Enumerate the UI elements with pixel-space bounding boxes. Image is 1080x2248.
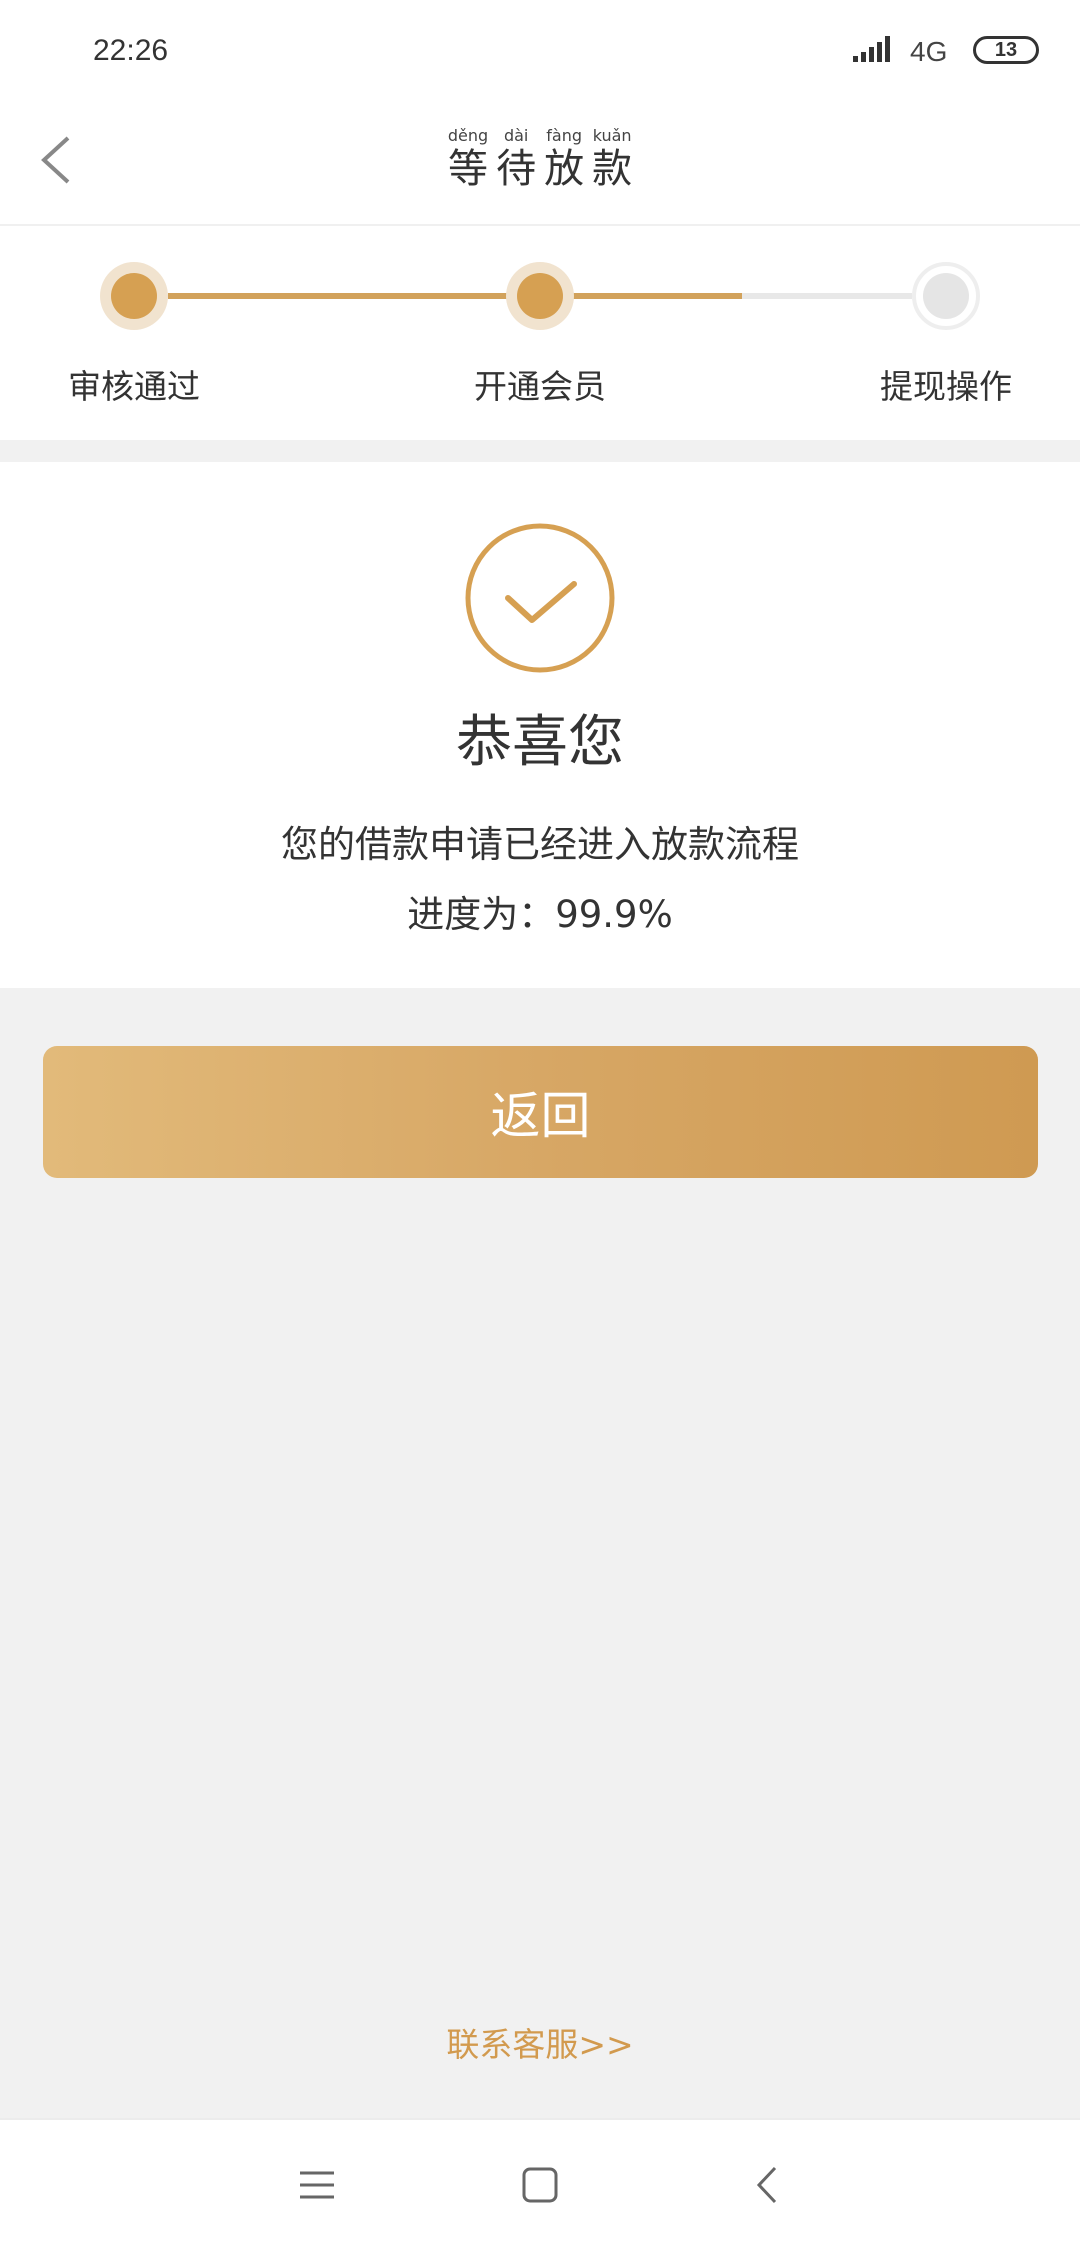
title-char: děng 等 xyxy=(447,126,489,192)
result-title: 恭喜您 xyxy=(456,710,624,775)
back-icon xyxy=(756,2166,777,2204)
result-card: 恭喜您 您的借款申请已经进入放款流程 进度为：99.9% xyxy=(0,462,1080,988)
nav-bar: děng 等 dài 待 fàng 放 kuǎn 款 xyxy=(0,100,1080,226)
result-message: 您的借款申请已经进入放款流程 xyxy=(281,823,799,866)
contact-support-link[interactable]: 联系客服>> xyxy=(0,2018,1080,2066)
home-button[interactable] xyxy=(515,2160,565,2210)
title-char: fàng 放 xyxy=(544,126,585,192)
step-progress: 审核通过 开通会员 提现操作 xyxy=(0,226,1080,440)
system-nav-bar xyxy=(0,2118,1080,2248)
title-char: kuǎn 款 xyxy=(592,126,633,192)
home-icon xyxy=(522,2167,558,2203)
system-back-button[interactable] xyxy=(743,2160,793,2210)
status-time: 22:26 xyxy=(93,34,169,67)
signal-icon xyxy=(853,36,890,62)
network-label: 4G xyxy=(910,36,948,67)
status-bar: 22:26 4G 13 xyxy=(0,0,1080,100)
battery-icon: 13 xyxy=(973,36,1039,64)
battery-level: 13 xyxy=(994,38,1018,61)
title-char: dài 待 xyxy=(496,126,537,192)
menu-button[interactable] xyxy=(292,2160,342,2210)
step-dot-2 xyxy=(506,262,574,330)
result-progress: 进度为：99.9% xyxy=(407,893,673,936)
step-line-done xyxy=(168,293,540,299)
step-label-withdraw: 提现操作 xyxy=(880,367,1012,406)
step-dot-1 xyxy=(100,262,168,330)
menu-icon xyxy=(300,2171,334,2199)
check-circle-icon xyxy=(465,523,615,673)
app-screen: 22:26 4G 13 děng 等 dài 待 fàng 放 kuǎn 款 审… xyxy=(0,0,1080,2248)
step-label-review: 审核通过 xyxy=(68,367,200,406)
page-title: děng 等 dài 待 fàng 放 kuǎn 款 xyxy=(0,126,1080,192)
return-button[interactable]: 返回 xyxy=(43,1046,1038,1178)
step-label-membership: 开通会员 xyxy=(474,367,606,406)
step-dot-3 xyxy=(912,262,980,330)
step-line-pending xyxy=(742,293,912,299)
